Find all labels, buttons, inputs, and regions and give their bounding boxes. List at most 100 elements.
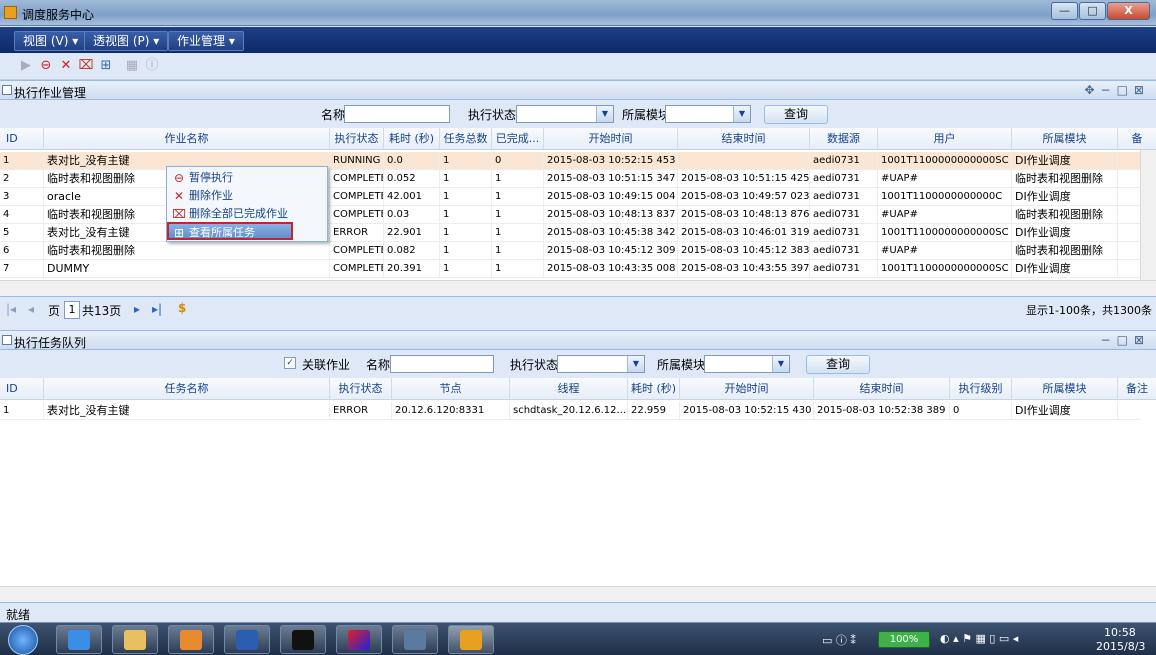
folder-icon <box>124 630 146 650</box>
page-number-input[interactable]: 1 <box>64 301 80 319</box>
info-icon[interactable]: ⓘ <box>144 58 160 74</box>
java-icon <box>460 630 482 650</box>
context-item-delete-completed[interactable]: ⌧ 删除全部已完成作业 <box>169 205 325 223</box>
tray-icons[interactable]: ▭ ⓘ ⁑ <box>822 632 856 648</box>
context-item-pause[interactable]: ⊖ 暂停执行 <box>169 169 325 187</box>
cell-user: 1001T1100000000000SC <box>878 260 1012 278</box>
cell-task-total: 1 <box>440 260 492 278</box>
cell-datasource: aedi0731 <box>810 206 878 224</box>
battery-indicator[interactable]: 100% <box>878 631 930 648</box>
context-item-label: 删除全部已完成作业 <box>189 207 288 220</box>
col-job-name[interactable]: 作业名称 <box>44 128 330 150</box>
run-icon[interactable]: ▶ <box>18 58 34 74</box>
last-page-icon[interactable]: ▸| <box>152 302 162 316</box>
panel-controls[interactable]: −□⊠ <box>1101 333 1150 347</box>
taskbar-app7[interactable] <box>392 625 438 654</box>
delete-all-icon[interactable]: ⌧ <box>78 58 94 74</box>
stop-icon[interactable]: ⊖ <box>38 58 54 74</box>
menu-perspective[interactable]: 透视图 (P) ▾ <box>84 31 169 51</box>
col-datasource[interactable]: 数据源 <box>810 128 878 150</box>
col-module[interactable]: 所属模块 <box>1012 378 1118 400</box>
col-status[interactable]: 执行状态 <box>330 378 392 400</box>
job-status-select[interactable]: ▼ <box>516 105 614 123</box>
cell-datasource: aedi0731 <box>810 188 878 206</box>
col-thread[interactable]: 线程 <box>510 378 628 400</box>
col-exec-level[interactable]: 执行级别 <box>950 378 1012 400</box>
cell-completed: 1 <box>492 242 544 260</box>
taskbar-ie[interactable] <box>56 625 102 654</box>
next-page-icon[interactable]: ▸ <box>134 302 140 316</box>
menu-view[interactable]: 视图 (V) ▾ <box>14 31 88 51</box>
col-module[interactable]: 所属模块 <box>1012 128 1118 150</box>
col-node[interactable]: 节点 <box>392 378 510 400</box>
cell-duration: 0.082 <box>384 242 440 260</box>
menu-job-management[interactable]: 作业管理 ▾ <box>168 31 244 51</box>
col-user[interactable]: 用户 <box>878 128 1012 150</box>
context-item-delete[interactable]: ✕ 删除作业 <box>169 187 325 205</box>
cell-start-time: 2015-08-03 10:45:38 342 <box>544 224 678 242</box>
cell-module: 临时表和视图删除 <box>1012 206 1118 224</box>
cell-duration: 22.959 <box>628 402 680 420</box>
refresh-icon[interactable]: $ <box>178 301 186 315</box>
col-completed[interactable]: 已完成... <box>492 128 544 150</box>
tray-system-icons[interactable]: ◐ ▴ ⚑ ▦ ▯ ▭ ◂ <box>940 632 1018 645</box>
task-grid-hscrollbar[interactable] <box>0 586 1156 602</box>
table-row[interactable]: 6 临时表和视图删除 COMPLETE 0.082 1 1 2015-08-03… <box>0 242 1140 260</box>
delete-icon[interactable]: ✕ <box>58 58 74 74</box>
start-button[interactable] <box>8 625 38 655</box>
taskbar-java[interactable] <box>448 625 494 654</box>
prev-page-icon[interactable]: ◂ <box>28 302 34 316</box>
col-id[interactable]: ID <box>0 378 44 400</box>
taskbar-app6[interactable] <box>336 625 382 654</box>
link-job-checkbox[interactable]: ✓ <box>284 357 296 369</box>
chevron-down-icon: ▼ <box>627 356 644 372</box>
cell-id: 7 <box>0 260 44 278</box>
col-remark[interactable]: 备 <box>1118 128 1156 150</box>
clock-date[interactable]: 2015/8/3 <box>1096 640 1145 653</box>
cell-exec-level: 0 <box>950 402 1012 420</box>
task-status-select[interactable]: ▼ <box>557 355 645 373</box>
context-item-view-task[interactable]: ⊞ 查看所属任务 <box>167 222 293 240</box>
close-button[interactable]: X <box>1107 2 1150 20</box>
maximize-button[interactable]: □ <box>1079 2 1106 20</box>
panel-icon <box>2 335 12 345</box>
col-start-time[interactable]: 开始时间 <box>680 378 814 400</box>
task-name-input[interactable] <box>390 355 494 373</box>
job-grid-hscrollbar[interactable] <box>0 280 1156 296</box>
taskbar-app3[interactable] <box>168 625 214 654</box>
cell-module: DI作业调度 <box>1012 224 1118 242</box>
cell-id: 3 <box>0 188 44 206</box>
cell-completed: 1 <box>492 206 544 224</box>
clock-time[interactable]: 10:58 <box>1104 626 1136 639</box>
col-id[interactable]: ID <box>0 128 44 150</box>
window-titlebar: 调度服务中心 — □ X <box>0 0 1156 26</box>
task-query-button[interactable]: 查询 <box>806 355 870 374</box>
context-item-label: 删除作业 <box>189 189 233 202</box>
col-duration[interactable]: 耗时 (秒) <box>384 128 440 150</box>
job-query-button[interactable]: 查询 <box>764 105 828 124</box>
col-task-name[interactable]: 任务名称 <box>44 378 330 400</box>
view-task-icon[interactable]: ⊞ <box>98 58 114 74</box>
col-end-time[interactable]: 结束时间 <box>678 128 810 150</box>
cell-status: COMPLETE <box>330 188 384 206</box>
minimize-button[interactable]: — <box>1051 2 1078 20</box>
job-module-select[interactable]: ▼ <box>665 105 751 123</box>
table-row[interactable]: 7 DUMMY COMPLETE 20.391 1 1 2015-08-03 1… <box>0 260 1140 278</box>
col-end-time[interactable]: 结束时间 <box>814 378 950 400</box>
table-row[interactable]: 1 表对比_没有主键 ERROR 20.12.6.120:8331 schdta… <box>0 402 1140 420</box>
col-status[interactable]: 执行状态 <box>330 128 384 150</box>
taskbar-explorer[interactable] <box>112 625 158 654</box>
col-remark[interactable]: 备注 <box>1118 378 1156 400</box>
first-page-icon[interactable]: |◂ <box>6 302 16 316</box>
taskbar-cmd[interactable] <box>280 625 326 654</box>
col-duration[interactable]: 耗时 (秒) <box>628 378 680 400</box>
job-name-input[interactable] <box>344 105 450 123</box>
col-task-total[interactable]: 任务总数 <box>440 128 492 150</box>
task-module-select[interactable]: ▼ <box>704 355 790 373</box>
taskbar-word[interactable] <box>224 625 270 654</box>
job-grid-vscrollbar[interactable] <box>1140 150 1156 280</box>
panel-controls[interactable]: ✥−□⊠ <box>1084 83 1150 97</box>
cell-duration: 20.391 <box>384 260 440 278</box>
col-start-time[interactable]: 开始时间 <box>544 128 678 150</box>
grid-icon[interactable]: ▦ <box>124 58 140 74</box>
